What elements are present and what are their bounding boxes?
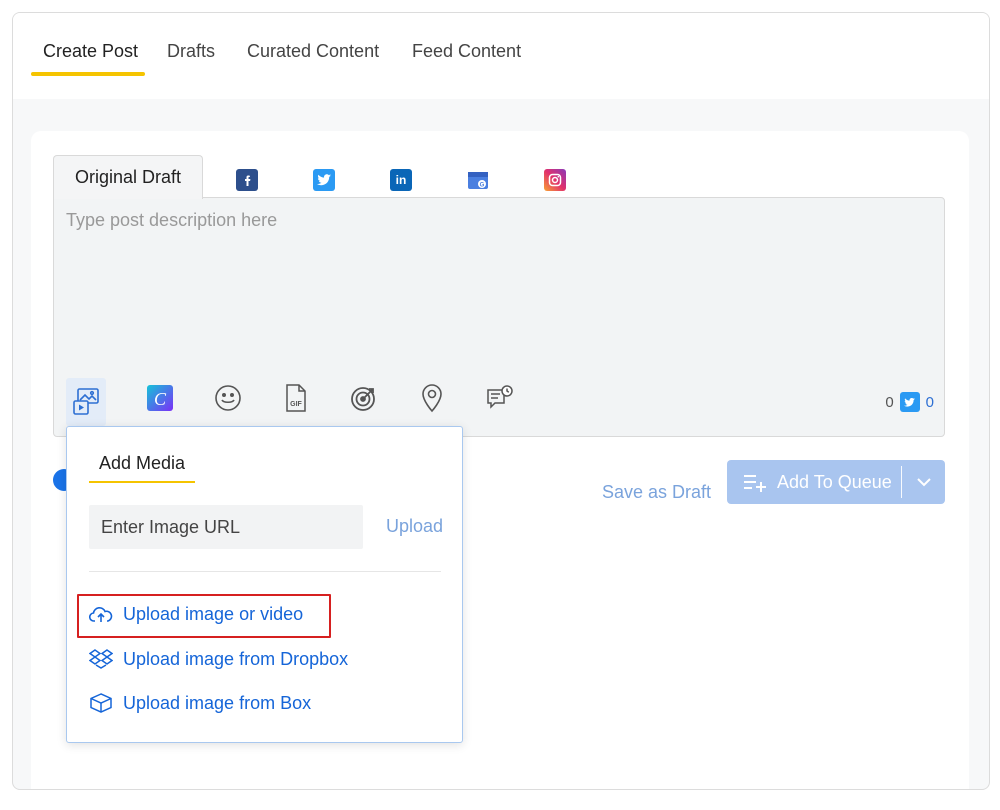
box-icon [90, 693, 112, 713]
add-media-icon [73, 388, 99, 415]
add-to-queue-label: Add To Queue [777, 471, 892, 492]
active-tab-indicator [31, 72, 145, 76]
google-business-icon[interactable]: G [467, 169, 489, 191]
instagram-icon[interactable] [544, 169, 566, 191]
facebook-icon[interactable] [236, 169, 258, 191]
svg-text:GIF: GIF [290, 401, 302, 408]
target-icon [351, 387, 375, 411]
popup-title-underline [89, 481, 195, 483]
comment-schedule-button[interactable] [480, 378, 520, 418]
twitter-count: 0 [925, 393, 934, 411]
chevron-down-icon [916, 478, 931, 487]
top-tab-bar: Create Post Drafts Curated Content Feed … [13, 13, 989, 99]
tab-original-draft-label: Original Draft [74, 167, 182, 187]
dropbox-icon [89, 649, 113, 669]
upload-from-dropbox-option[interactable]: Upload image from Dropbox [89, 648, 348, 670]
canva-button[interactable]: C [140, 378, 180, 418]
upload-from-box-option[interactable]: Upload image from Box [89, 692, 311, 714]
svg-text:C: C [154, 389, 167, 409]
queue-options-button[interactable] [902, 477, 945, 487]
popup-divider [89, 571, 441, 572]
upload-from-box-label: Upload image from Box [123, 692, 312, 713]
post-editor: C GIF 0 0 [53, 197, 945, 437]
character-counter: 0 0 [885, 392, 934, 412]
upload-image-or-video-option[interactable]: Upload image or video [89, 604, 303, 625]
general-count: 0 [885, 393, 894, 411]
add-media-button[interactable] [66, 378, 106, 426]
comment-schedule-icon [487, 385, 513, 409]
emoji-button[interactable] [208, 378, 248, 418]
upload-image-or-video-label: Upload image or video [123, 604, 304, 624]
add-to-queue-button[interactable]: Add To Queue [727, 460, 945, 504]
linkedin-icon[interactable]: in [390, 169, 412, 191]
cloud-upload-icon [89, 606, 113, 622]
url-upload-button[interactable]: Upload [386, 516, 443, 537]
add-media-popup: Add Media Upload Upload image or video U… [66, 426, 463, 743]
tab-create-post[interactable]: Create Post [43, 41, 138, 62]
svg-text:G: G [480, 183, 485, 189]
popup-title: Add Media [99, 453, 186, 473]
save-as-draft-button[interactable]: Save as Draft [602, 482, 711, 503]
gif-icon: GIF [286, 384, 306, 412]
twitter-icon[interactable] [313, 169, 335, 191]
queue-add-icon [744, 475, 766, 492]
add-to-queue-main[interactable]: Add To Queue [727, 460, 901, 504]
canva-icon: C [147, 385, 173, 411]
image-url-input[interactable] [89, 505, 363, 549]
tab-feed-content[interactable]: Feed Content [412, 41, 521, 62]
location-button[interactable] [412, 378, 452, 418]
queue-divider [901, 466, 902, 498]
tab-curated-content[interactable]: Curated Content [247, 41, 379, 62]
tab-original-draft[interactable]: Original Draft [53, 155, 203, 199]
emoji-icon [215, 385, 241, 411]
twitter-count-icon [899, 392, 920, 412]
gif-button[interactable]: GIF [276, 378, 316, 418]
target-button[interactable] [344, 378, 384, 418]
location-icon [422, 384, 442, 413]
upload-from-dropbox-label: Upload image from Dropbox [123, 648, 349, 669]
tab-drafts[interactable]: Drafts [167, 41, 215, 62]
editor-tabs: Original Draft in G [53, 155, 945, 199]
post-description-input[interactable] [54, 198, 944, 368]
